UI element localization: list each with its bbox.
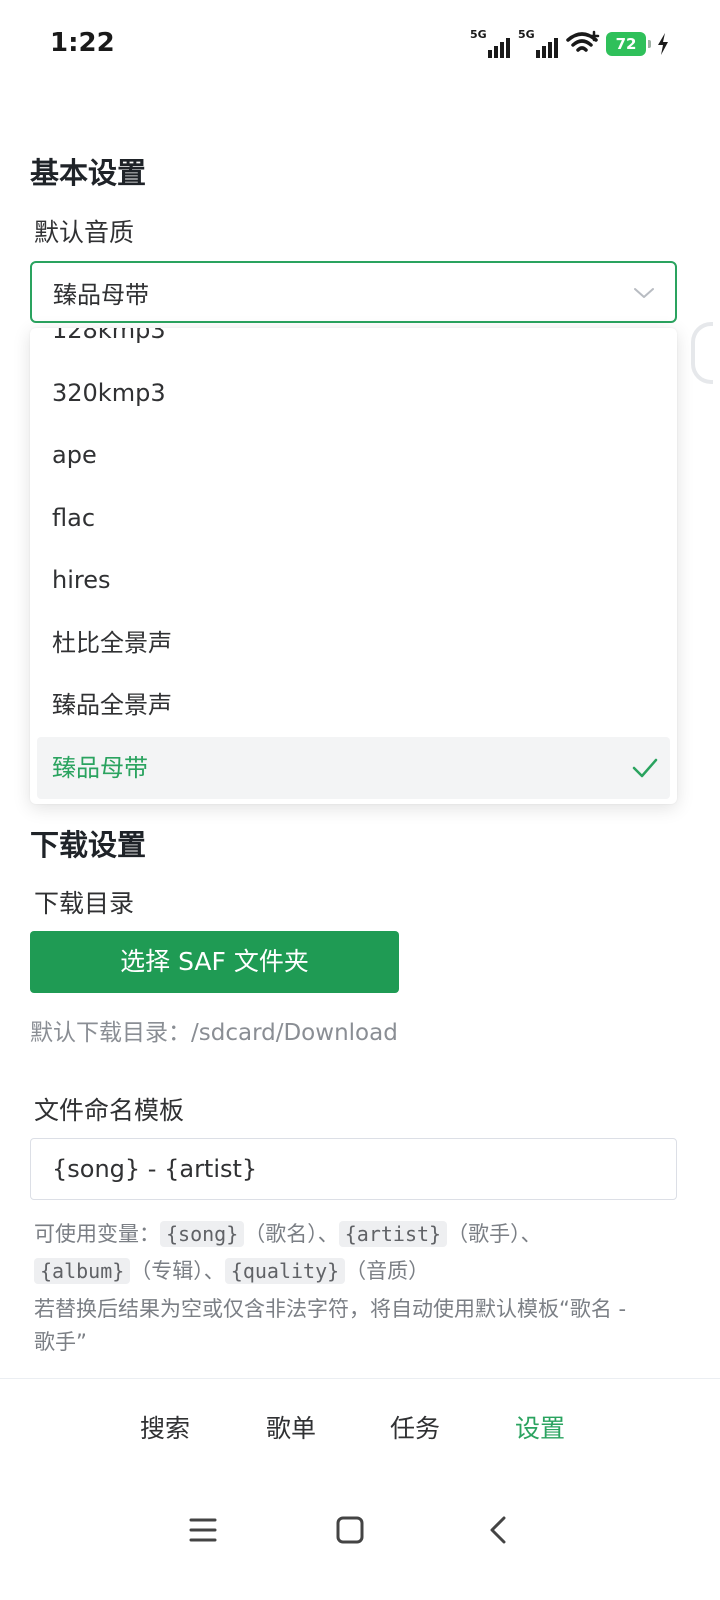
check-icon xyxy=(632,758,658,777)
battery-icon: 72 xyxy=(606,32,651,56)
quality-options: 128kmp3 320kmp3 ape flac hires 杜比全景声 臻品全… xyxy=(30,328,677,799)
default-quality-label: 默认音质 xyxy=(34,218,135,247)
menu-icon[interactable] xyxy=(183,1510,223,1550)
quality-option-320kmp3[interactable]: 320kmp3 xyxy=(30,362,677,425)
status-bar: 1:22 5G 5G 72 xyxy=(0,0,720,92)
select-saf-folder-button[interactable]: 选择 SAF 文件夹 xyxy=(30,931,399,993)
quality-option-flac[interactable]: flac xyxy=(30,487,677,550)
system-nav-bar xyxy=(0,1480,720,1600)
bottom-nav: 搜索 歌单 任务 设置 xyxy=(0,1378,720,1478)
quality-option-master-label: 臻品母带 xyxy=(52,753,148,782)
var-artist-code: {artist} xyxy=(338,1221,448,1247)
template-hint-note-2: 歌手” xyxy=(34,1330,87,1354)
template-hint-note-1: 若替换后结果为空或仅含非法字符，将自动使用默认模板“歌名 - xyxy=(34,1297,627,1321)
home-icon[interactable] xyxy=(330,1510,370,1550)
var-album-code: {album} xyxy=(34,1258,131,1284)
cellular-signal-icon: 5G xyxy=(470,28,512,58)
default-download-dir: 默认下载目录：/sdcard/Download xyxy=(30,1020,398,1046)
file-template-input[interactable]: {song} - {artist} xyxy=(30,1138,677,1200)
charging-icon xyxy=(658,33,668,55)
status-time: 1:22 xyxy=(50,28,115,58)
quality-option-ape[interactable]: ape xyxy=(30,424,677,487)
quality-option-dolby-atmos[interactable]: 杜比全景声 xyxy=(30,612,677,675)
quality-select-value: 臻品母带 xyxy=(53,280,149,309)
quality-option-premium-atmos[interactable]: 臻品全景声 xyxy=(30,674,677,737)
var-song-code: {song} xyxy=(160,1221,245,1247)
status-icons: 5G 5G 72 xyxy=(470,28,670,58)
file-template-value: {song} - {artist} xyxy=(52,1155,258,1183)
template-hint-line-2: {album} （专辑）、 {quality} （音质） xyxy=(34,1255,429,1285)
download-settings-title: 下载设置 xyxy=(30,828,147,862)
quality-option-hires[interactable]: hires xyxy=(30,549,677,612)
file-template-label: 文件命名模板 xyxy=(34,1096,185,1125)
back-icon[interactable] xyxy=(478,1510,518,1550)
template-hint-line-1: 可使用变量： {song} （歌名）、 {artist} （歌手）、 xyxy=(34,1221,542,1247)
wifi-icon xyxy=(566,30,600,52)
quality-option-master-selected[interactable]: 臻品母带 xyxy=(37,736,670,799)
basic-settings-title: 基本设置 xyxy=(30,156,147,190)
download-dir-label: 下载目录 xyxy=(34,889,135,918)
nav-search[interactable]: 搜索 xyxy=(140,1409,190,1445)
nav-settings[interactable]: 设置 xyxy=(515,1409,565,1445)
nav-tasks[interactable]: 任务 xyxy=(390,1409,440,1445)
quality-select[interactable]: 臻品母带 xyxy=(30,261,677,323)
var-quality-code: {quality} xyxy=(224,1258,346,1284)
chevron-down-icon xyxy=(634,288,654,298)
quality-dropdown: 128kmp3 320kmp3 ape flac hires 杜比全景声 臻品全… xyxy=(30,328,677,804)
nav-playlist[interactable]: 歌单 xyxy=(266,1409,316,1445)
scroll-handle[interactable] xyxy=(691,322,713,384)
cellular-signal-icon-2: 5G xyxy=(518,28,560,58)
quality-option-128kmp3[interactable]: 128kmp3 xyxy=(30,328,677,362)
